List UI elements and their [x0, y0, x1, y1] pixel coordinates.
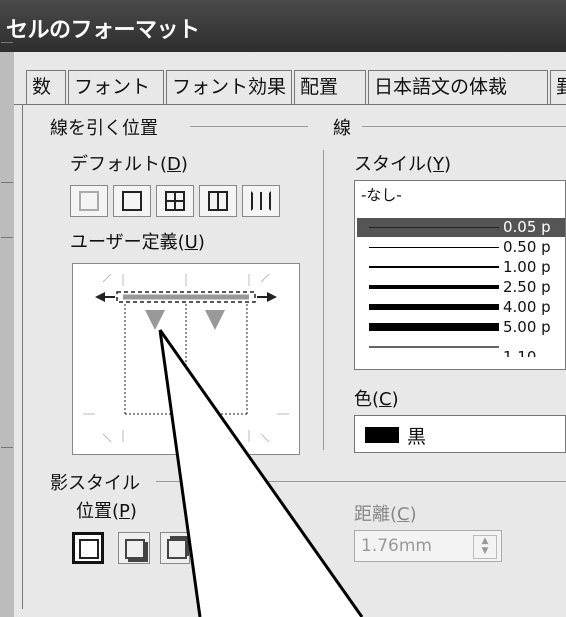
default-mnemonic: D — [167, 154, 181, 175]
line-style-value: 5.00 p — [503, 318, 551, 336]
line-style-value: 4.00 p — [503, 298, 551, 316]
color-label-text: 色 — [354, 389, 372, 410]
position-mnemonic: P — [119, 501, 130, 522]
line-arrangement-heading: 線を引く位置 — [50, 118, 158, 139]
tab-label: 配置 — [300, 76, 339, 98]
distance-mnemonic: C — [397, 504, 410, 525]
line-sample — [369, 285, 499, 289]
default-label-text: デフォルト — [70, 154, 160, 175]
line-sample — [369, 247, 499, 248]
preset-outer-vertical-button[interactable] — [199, 185, 237, 217]
position-label-text: 位置 — [76, 501, 112, 522]
user-defined-mnemonic: U — [184, 232, 198, 253]
tab-label: フォント — [74, 76, 151, 98]
color-label: 色(C) — [354, 389, 399, 410]
window-title: セルのフォーマット — [6, 18, 200, 43]
distance-value: 1.76mm — [361, 536, 432, 556]
line-sample — [369, 227, 499, 228]
color-value: 黒 — [407, 426, 427, 448]
distance-label-text: 距離 — [354, 504, 390, 525]
user-defined-label: ユーザー定義(U) — [70, 232, 205, 253]
preset-left-right-button[interactable] — [242, 185, 280, 217]
line-sample — [369, 346, 499, 348]
tab-asian-typography[interactable]: 日本語文の体裁 — [368, 70, 548, 104]
tab-font[interactable]: フォント — [68, 70, 164, 104]
tab-label: フォント効果 — [172, 76, 287, 98]
style-label-text: スタイル — [354, 154, 426, 175]
line-style-option[interactable]: 1.10 — [357, 338, 565, 357]
preset-outer-inner-button[interactable] — [156, 185, 194, 217]
position-label: 位置(P) — [76, 501, 137, 522]
line-sample — [369, 323, 499, 331]
line-style-option[interactable]: 1.00 p — [357, 258, 565, 277]
tab-alignment[interactable]: 配置 — [294, 70, 366, 104]
preset-outer-button[interactable] — [113, 185, 151, 217]
color-mnemonic: C — [379, 389, 392, 410]
shadow-none-button[interactable] — [72, 532, 104, 564]
border-preview-area[interactable] — [72, 263, 300, 455]
shadow-top-right-button[interactable] — [160, 532, 190, 564]
shadow-bottom-right-button[interactable] — [118, 532, 150, 564]
line-style-value: 2.50 p — [503, 278, 551, 296]
line-color-select[interactable]: 黒 — [354, 415, 566, 453]
distance-label: 距離(C) — [354, 504, 417, 525]
tab-borders[interactable]: 罫 — [550, 70, 566, 104]
line-style-value: 1.00 p — [503, 258, 551, 276]
line-sample — [369, 266, 499, 268]
line-style-list[interactable]: -なし- 0.05 p 0.50 p 1.00 p 2.50 p 4.00 p … — [354, 180, 566, 370]
line-heading-rule — [362, 126, 566, 127]
tab-label: 数 — [32, 76, 52, 98]
shadow-heading: 影スタイル — [50, 473, 140, 494]
tab-label: 罫 — [556, 76, 566, 98]
default-label: デフォルト(D) — [70, 154, 188, 175]
line-style-option[interactable]: 0.50 p — [357, 238, 565, 257]
tab-font-effects[interactable]: フォント効果 — [166, 70, 292, 104]
tab-numbers[interactable]: 数 — [26, 70, 66, 104]
line-style-option[interactable]: 4.00 p — [357, 298, 565, 317]
style-mnemonic: Y — [433, 154, 445, 175]
line-style-value: 0.50 p — [503, 238, 551, 256]
line-heading: 線 — [333, 118, 351, 139]
line-style-option[interactable]: 5.00 p — [357, 318, 565, 337]
user-defined-label-text: ユーザー定義 — [70, 232, 178, 253]
style-label: スタイル(Y) — [354, 154, 452, 175]
shadow-rule — [156, 481, 566, 482]
line-sample — [369, 304, 499, 310]
line-style-none-label: -なし- — [361, 186, 402, 204]
line-style-none[interactable]: -なし- — [361, 184, 402, 204]
line-style-option[interactable]: 2.50 p — [357, 278, 565, 297]
line-style-value: 0.05 p — [503, 218, 551, 236]
line-style-value: 1.10 — [503, 348, 537, 357]
distance-spinbox[interactable]: 1.76mm ▲ ▼ — [354, 530, 502, 562]
section-divider — [323, 150, 324, 450]
preset-none-button[interactable] — [70, 185, 108, 217]
line-arrangement-rule — [190, 126, 308, 127]
title-bar: セルのフォーマット — [0, 0, 566, 54]
border-preview-drawing — [83, 273, 289, 443]
spin-arrows-icon[interactable]: ▲ ▼ — [473, 535, 497, 559]
color-swatch — [365, 427, 399, 443]
tab-label: 日本語文の体裁 — [374, 76, 508, 98]
line-style-option-selected[interactable]: 0.05 p — [357, 218, 565, 237]
